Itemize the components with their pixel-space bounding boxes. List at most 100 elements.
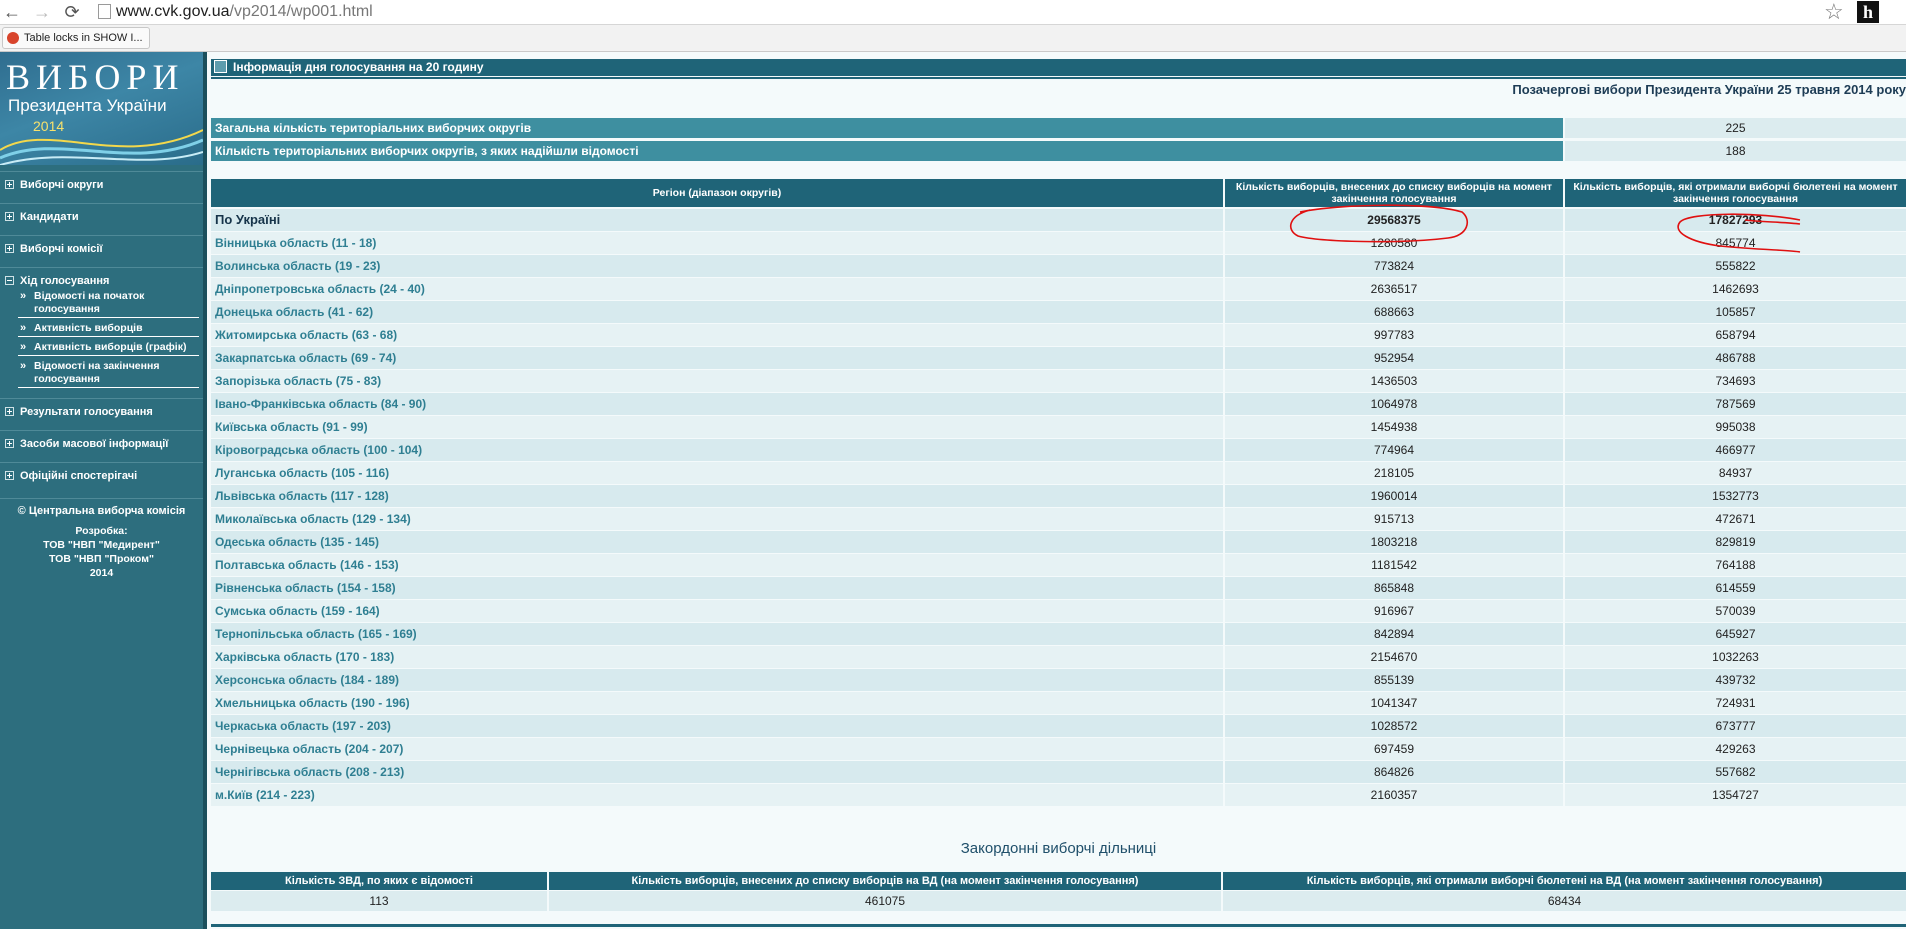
region-link[interactable]: Житомирська область (63 - 68) — [211, 324, 1223, 346]
table-cell: 614559 — [1565, 577, 1906, 599]
region-link[interactable]: Луганська область (105 - 116) — [211, 462, 1223, 484]
menu-label: Засоби масової інформації — [20, 438, 169, 450]
table-cell: 2154670 — [1225, 646, 1563, 668]
region-link[interactable]: Чернівецька область (204 - 207) — [211, 738, 1223, 760]
table-cell: 855139 — [1225, 669, 1563, 691]
menu-item-candidates[interactable]: Кандидати — [0, 203, 203, 231]
region-link[interactable]: Одеська область (135 - 145) — [211, 531, 1223, 553]
region-link[interactable]: Львівська область (117 - 128) — [211, 485, 1223, 507]
region-link[interactable]: Волинська область (19 - 23) — [211, 255, 1223, 277]
expand-icon — [5, 407, 14, 416]
region-link[interactable]: Закарпатська область (69 - 74) — [211, 347, 1223, 369]
region-link[interactable]: Миколаївська область (129 - 134) — [211, 508, 1223, 530]
region-link[interactable]: м.Київ (214 - 223) — [211, 784, 1223, 806]
main-content: Інформація дня голосування на 20 годину … — [207, 52, 1906, 929]
table-cell: 486788 — [1565, 347, 1906, 369]
submenu-item-activity[interactable]: » Активність виборців — [18, 322, 199, 337]
dev-line: 2014 — [89, 567, 114, 579]
region-link[interactable]: Київська область (91 - 99) — [211, 416, 1223, 438]
table-row: Кіровоградська область (100 - 104) 774964… — [211, 439, 1906, 462]
address-bar[interactable]: www.cvk.gov.ua/vp2014/wp001.html — [116, 2, 373, 22]
table-cell: 774964 — [1225, 439, 1563, 461]
region-link[interactable]: Вінницька область (11 - 18) — [211, 232, 1223, 254]
region-link[interactable]: Полтавська область (146 - 153) — [211, 554, 1223, 576]
forward-icon[interactable]: → — [32, 2, 52, 22]
column-header-registered: Кількість виборців, внесених до списку в… — [1225, 179, 1563, 207]
table-cell: 724931 — [1565, 692, 1906, 714]
bookmark-item[interactable]: Table locks in SHOW I... — [2, 27, 150, 49]
dev-line: ТОВ "НВП "Проком" — [49, 553, 154, 565]
region-link[interactable]: Івано-Франківська область (84 - 90) — [211, 393, 1223, 415]
region-link[interactable]: Чернігівська область (208 - 213) — [211, 761, 1223, 783]
elections-logo[interactable]: ВИБОРИ Президента України 2014 — [0, 52, 203, 165]
menu-item-results[interactable]: Результати голосування — [0, 398, 203, 426]
bookmark-star-icon[interactable]: ☆ — [1824, 0, 1844, 24]
table-cell: 1064978 — [1225, 393, 1563, 415]
table-row: Херсонська область (184 - 189) 855139 4397… — [211, 669, 1906, 692]
table-row: Львівська область (117 - 128) 1960014 1532… — [211, 485, 1906, 508]
menu-item-media[interactable]: Засоби масової інформації — [0, 430, 203, 458]
menu-label: Кандидати — [20, 211, 79, 223]
table-cell: 466977 — [1565, 439, 1906, 461]
double-arrow-icon: » — [20, 360, 27, 372]
region-name: По Україні — [211, 209, 1223, 231]
region-link[interactable]: Черкаська область (197 - 203) — [211, 715, 1223, 737]
table-cell: 2160357 — [1225, 784, 1563, 806]
table-cell: 864826 — [1225, 761, 1563, 783]
sidebar: ВИБОРИ Президента України 2014 Виборчі о… — [0, 52, 203, 929]
region-link[interactable]: Тернопільська область (165 - 169) — [211, 623, 1223, 645]
url-path: /vp2014/wp001.html — [229, 3, 373, 20]
region-link[interactable]: Харківська область (170 - 183) — [211, 646, 1223, 668]
logo-title: ВИБОРИ — [6, 57, 185, 97]
table-row: м.Київ (214 - 223) 2160357 1354727 — [211, 784, 1906, 807]
table-row-total: По Україні 29568375 17827293 — [211, 209, 1906, 232]
table-cell: 557682 — [1565, 761, 1906, 783]
navigation-bar: ← → ⟳ www.cvk.gov.ua/vp2014/wp001.html ☆… — [0, 0, 1906, 25]
table-cell: 645927 — [1565, 623, 1906, 645]
collapse-icon — [5, 276, 14, 285]
region-link[interactable]: Рівненська область (154 - 158) — [211, 577, 1223, 599]
abroad-column-header: Кількість виборців, внесених до списку в… — [549, 872, 1221, 890]
election-subtitle: Позачергові вибори Президента України 25… — [1512, 82, 1906, 97]
region-link[interactable]: Дніпропетровська область (24 - 40) — [211, 278, 1223, 300]
table-cell: 997783 — [1225, 324, 1563, 346]
expand-icon — [5, 471, 14, 480]
submenu-item-start-info[interactable]: » Відомості на початок голосування — [18, 290, 199, 318]
table-row: Київська область (91 - 99) 1454938 995038 — [211, 416, 1906, 439]
table-cell: 734693 — [1565, 370, 1906, 392]
table-cell: 1032263 — [1565, 646, 1906, 668]
menu-item-observers[interactable]: Офіційні спостерігачі — [0, 462, 203, 490]
browser-chrome: ← → ⟳ www.cvk.gov.ua/vp2014/wp001.html ☆… — [0, 0, 1906, 52]
submenu-item-end-info[interactable]: » Відомості на закінчення голосування — [18, 360, 199, 388]
region-link[interactable]: Хмельницька область (190 - 196) — [211, 692, 1223, 714]
table-cell: 1454938 — [1225, 416, 1563, 438]
table-cell: 105857 — [1565, 301, 1906, 323]
table-row: Сумська область (159 - 164) 916967 570039 — [211, 600, 1906, 623]
table-cell: 1354727 — [1565, 784, 1906, 806]
menu-item-districts[interactable]: Виборчі округи — [0, 171, 203, 199]
menu-item-commissions[interactable]: Виборчі комісії — [0, 235, 203, 263]
submenu-item-activity-chart[interactable]: » Активність виборців (графік) — [18, 341, 199, 356]
table-row: Чернівецька область (204 - 207) 697459 429… — [211, 738, 1906, 761]
region-link[interactable]: Сумська область (159 - 164) — [211, 600, 1223, 622]
menu-label: Хід голосування — [20, 275, 110, 287]
summary-label: Кількість територіальних виборчих округі… — [211, 141, 1563, 161]
bookmark-label: Table locks in SHOW I... — [24, 32, 143, 44]
region-link[interactable]: Херсонська область (184 - 189) — [211, 669, 1223, 691]
table-cell: 845774 — [1565, 232, 1906, 254]
table-row: Житомирська область (63 - 68) 997783 65879… — [211, 324, 1906, 347]
region-link[interactable]: Запорізька область (75 - 83) — [211, 370, 1223, 392]
table-cell: 688663 — [1225, 301, 1563, 323]
reload-icon[interactable]: ⟳ — [62, 2, 82, 22]
table-row: Волинська область (19 - 23) 773824 555822 — [211, 255, 1906, 278]
table-cell: 1181542 — [1225, 554, 1563, 576]
extension-h-icon[interactable]: h — [1857, 1, 1879, 23]
table-row: Луганська область (105 - 116) 218105 84937 — [211, 462, 1906, 485]
table-row: Черкаська область (197 - 203) 1028572 6737… — [211, 715, 1906, 738]
region-link[interactable]: Кіровоградська область (100 - 104) — [211, 439, 1223, 461]
region-link[interactable]: Донецька область (41 - 62) — [211, 301, 1223, 323]
summary-row: Кількість територіальних виборчих округі… — [211, 141, 1906, 161]
table-cell: 1436503 — [1225, 370, 1563, 392]
back-icon[interactable]: ← — [2, 2, 22, 22]
table-cell: 555822 — [1565, 255, 1906, 277]
